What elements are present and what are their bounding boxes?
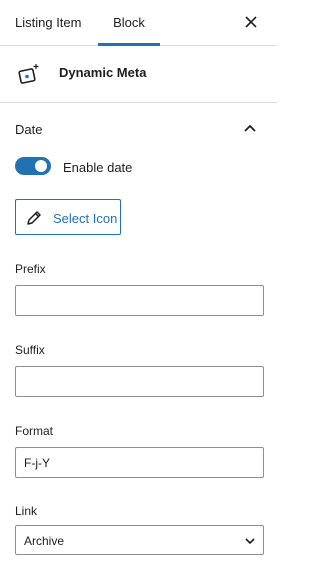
suffix-input[interactable] [15, 366, 264, 397]
close-button[interactable] [241, 12, 261, 32]
link-label: Link [15, 504, 38, 518]
toggle-knob [35, 160, 47, 172]
pencil-icon [27, 211, 41, 225]
meta-tag-icon [18, 64, 39, 84]
select-icon-label: Select Icon [53, 211, 118, 226]
enable-date-toggle[interactable] [15, 157, 51, 175]
sidebar-tabs: Listing Item Block [0, 0, 277, 46]
date-panel-toggle[interactable]: Date [0, 103, 277, 153]
close-icon [245, 16, 257, 28]
prefix-label: Prefix [15, 262, 46, 276]
panel-title: Date [15, 122, 43, 137]
block-card: Dynamic Meta [0, 46, 277, 103]
format-input[interactable] [15, 447, 264, 478]
block-title: Dynamic Meta [59, 65, 147, 80]
tab-block[interactable]: Block [98, 0, 160, 46]
prefix-input[interactable] [15, 285, 264, 316]
chevron-down-icon [245, 538, 255, 545]
select-icon-button[interactable]: Select Icon [15, 199, 121, 235]
chevron-up-icon [244, 124, 256, 132]
link-select-value: Archive [24, 534, 65, 548]
format-label: Format [15, 424, 54, 438]
enable-date-label: Enable date [63, 160, 133, 175]
tab-listing-item[interactable]: Listing Item [15, 0, 81, 46]
link-select[interactable]: Archive [15, 525, 264, 555]
suffix-label: Suffix [15, 343, 45, 357]
